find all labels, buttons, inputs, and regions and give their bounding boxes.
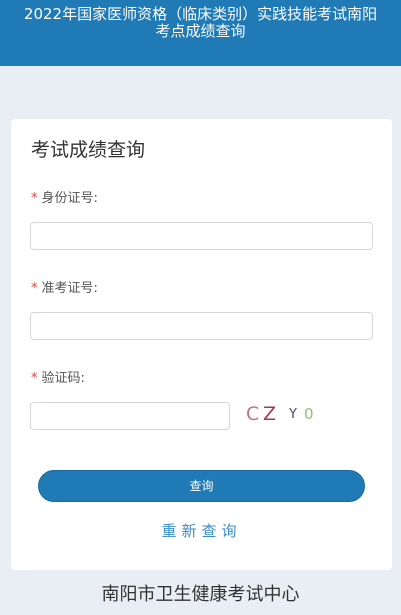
required-mark: * (31, 281, 38, 296)
header-title-line-1: 2022年国家医师资格（临床类别）实践技能考试南阳 (23, 5, 378, 23)
form-title: 考试成绩查询 (31, 139, 146, 161)
ticket-number-label-text: 准考证号: (41, 281, 98, 296)
reset-query-link[interactable]: 重新查询 (11, 520, 392, 541)
required-mark: * (31, 371, 38, 386)
header-title-line-2: 考点成绩查询 (155, 22, 246, 40)
query-button[interactable]: 查询 (38, 470, 365, 502)
captcha-label-text: 验证码: (41, 371, 85, 386)
captcha-label: * 验证码: (31, 367, 85, 386)
captcha-input[interactable] (30, 402, 230, 430)
id-number-label-text: 身份证号: (41, 191, 98, 206)
page-header: 2022年国家医师资格（临床类别）实践技能考试南阳 考点成绩查询 (0, 0, 401, 66)
captcha-image[interactable]: C Z Y 0 (244, 403, 324, 429)
id-number-input[interactable] (30, 222, 373, 250)
required-mark: * (31, 191, 38, 206)
ticket-number-input[interactable] (30, 312, 373, 340)
captcha-char: 0 (304, 405, 314, 423)
id-number-label: * 身份证号: (31, 187, 98, 206)
ticket-number-label: * 准考证号: (31, 277, 98, 296)
captcha-char: Z (263, 403, 277, 425)
captcha-char: C (246, 403, 260, 425)
query-form-card: 考试成绩查询 * 身份证号: * 准考证号: * 验证码: C Z Y 0 查询 重新… (11, 119, 392, 570)
footer-org-name: 南阳市卫生健康考试中心 (101, 584, 300, 605)
captcha-char: Y (289, 407, 297, 422)
